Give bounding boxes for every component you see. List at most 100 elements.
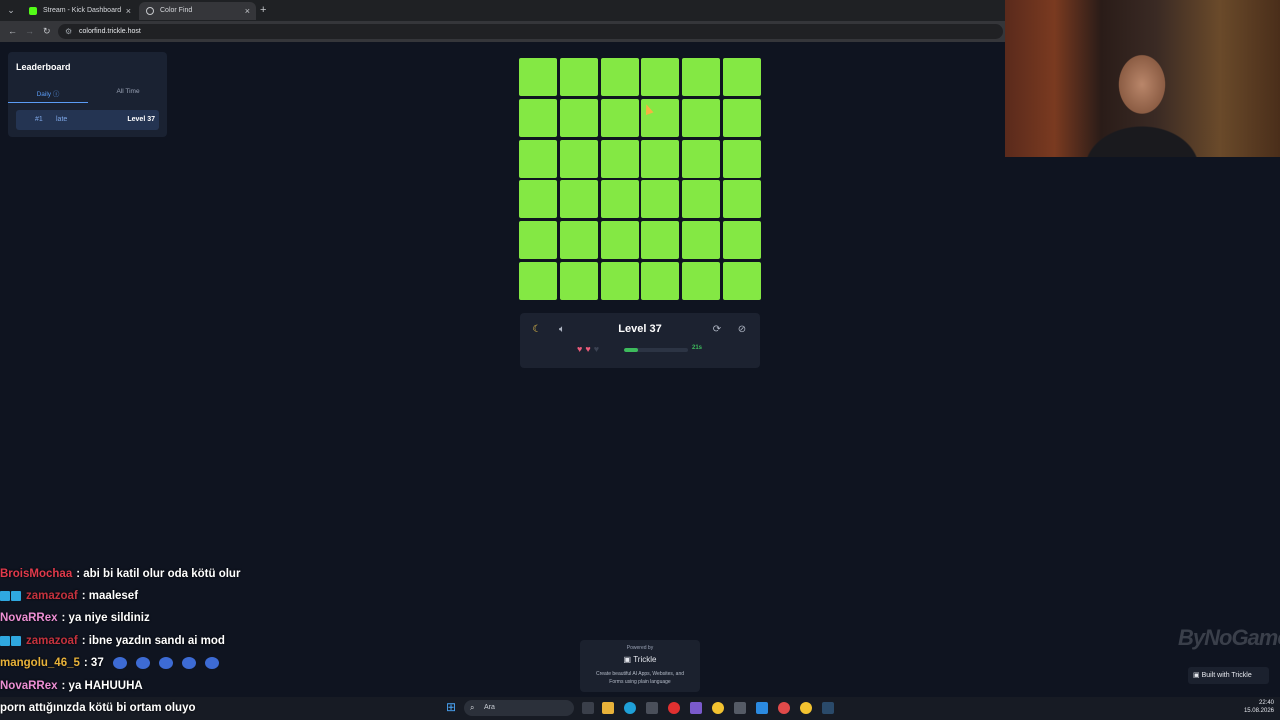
chat-username[interactable]: mangolu_46_5 <box>0 657 80 669</box>
app-icon[interactable] <box>756 702 768 714</box>
chat-username[interactable]: NovaRRex <box>0 612 58 624</box>
tab-daily[interactable]: Daily ⓘ <box>8 88 88 103</box>
grid-cell[interactable] <box>519 139 557 178</box>
task-view-icon[interactable] <box>582 702 594 714</box>
grid-cell[interactable] <box>682 139 721 178</box>
chat-username[interactable]: zamazoaf <box>26 635 78 647</box>
edge-icon[interactable] <box>624 702 636 714</box>
grid-cell[interactable] <box>600 58 639 96</box>
trickle-logo-icon: ▣ <box>623 655 632 664</box>
chat-badges <box>0 631 22 651</box>
grid-cell[interactable] <box>559 180 598 219</box>
grid-cell[interactable] <box>722 98 761 137</box>
app-icon[interactable] <box>690 702 702 714</box>
grid-cell[interactable] <box>682 261 721 300</box>
powered-by-card[interactable]: Powered by ▣ Trickle Create beautiful AI… <box>580 640 700 692</box>
windows-start-icon[interactable]: ⊞ <box>446 701 458 713</box>
media-icon[interactable] <box>668 702 680 714</box>
emote-icon <box>158 656 173 669</box>
chat-text: : maalesef <box>81 590 139 603</box>
clock-date: 15.08.2026 <box>1243 708 1274 714</box>
tab-kick-dashboard[interactable]: Stream - Kick Dashboard × <box>22 2 137 20</box>
chat-message: zamazoaf: maalesef <box>0 586 138 606</box>
grid-cell[interactable] <box>682 221 721 260</box>
refresh-icon[interactable]: ⟳ <box>710 323 724 337</box>
calculator-icon[interactable] <box>734 702 746 714</box>
tab-close-icon[interactable]: × <box>126 2 131 20</box>
grid-cell[interactable] <box>600 221 639 260</box>
chrome-icon[interactable] <box>712 702 724 714</box>
file-explorer-icon[interactable] <box>602 702 614 714</box>
leaderboard-title: Leaderboard <box>16 62 71 72</box>
taskbar-clock[interactable]: 22:40 15.08.2026 <box>1236 699 1274 715</box>
emote-icon <box>112 656 127 669</box>
grid-cell[interactable] <box>559 261 598 300</box>
badge-icon <box>11 635 21 646</box>
chat-username[interactable]: zamazoaf <box>26 590 78 602</box>
chat-message: NovaRRex: ya niye sildiniz <box>0 608 150 628</box>
site-info-icon[interactable]: ⚙ <box>65 25 72 38</box>
grid-cell[interactable] <box>519 180 557 219</box>
grid-cell[interactable] <box>600 139 639 178</box>
chat-text: : ya niye sildiniz <box>61 612 150 624</box>
eye-off-icon[interactable]: ⊘ <box>735 323 749 337</box>
grid-cell[interactable] <box>600 261 639 300</box>
steam-icon[interactable] <box>822 702 834 714</box>
tab-color-find[interactable]: Color Find × <box>139 2 256 20</box>
emote-icon <box>204 656 219 669</box>
new-tab-icon[interactable]: + <box>260 2 266 18</box>
grid-cell[interactable] <box>641 261 680 300</box>
app-icon[interactable] <box>778 702 790 714</box>
timer-bar-fill <box>624 348 639 352</box>
grid-cell[interactable] <box>722 139 761 178</box>
chat-message: zamazoaf: ibne yazdın sandı ai mod <box>0 631 225 651</box>
chat-username[interactable]: BroisMochaa <box>0 568 72 580</box>
grid-cell[interactable] <box>519 221 557 260</box>
grid-cell[interactable] <box>559 221 598 260</box>
grid-cell[interactable] <box>519 58 557 96</box>
store-icon[interactable] <box>646 702 658 714</box>
built-with-trickle-button[interactable]: ▣ Built with Trickle <box>1188 667 1269 684</box>
taskbar-search[interactable]: ⌕ Ara <box>464 700 574 716</box>
grid-cell[interactable] <box>641 221 680 260</box>
leaderboard-panel: Leaderboard Daily ⓘ All Time #1 late Lev… <box>8 52 167 137</box>
back-icon[interactable]: ← <box>8 24 17 38</box>
tab-search-icon[interactable]: ⌄ <box>4 3 18 17</box>
grid-cell[interactable] <box>519 261 557 300</box>
grid-cell[interactable] <box>559 139 598 178</box>
emote-icon <box>135 656 150 669</box>
forward-icon[interactable]: → <box>25 24 34 38</box>
leaderboard-player-name: late <box>56 116 68 123</box>
grid-cell[interactable] <box>682 180 721 219</box>
badge-icon <box>0 590 10 601</box>
grid-cell[interactable] <box>600 98 639 137</box>
timer-text: 21s <box>692 345 703 351</box>
grid-cell[interactable] <box>559 98 598 137</box>
grid-cell[interactable] <box>682 98 721 137</box>
tab-close-icon[interactable]: × <box>245 2 250 20</box>
grid-cell[interactable] <box>641 139 680 178</box>
heart-icon: ♥ <box>585 344 591 354</box>
grid-cell[interactable] <box>641 58 680 96</box>
badge-icon <box>11 590 21 601</box>
grid-cell[interactable] <box>519 98 557 137</box>
lives-indicator: ♥ ♥ ♥ <box>577 344 602 354</box>
chat-username[interactable]: NovaRRex <box>0 680 58 692</box>
heart-icon: ♥ <box>577 344 583 354</box>
grid-cell[interactable] <box>682 58 721 96</box>
trickle-brand-name: Trickle <box>633 655 657 664</box>
reload-icon[interactable]: ↻ <box>43 24 51 38</box>
grid-cell[interactable] <box>722 221 761 260</box>
game-control-panel: ☾ 🔈︎ Level 37 ⟳ ⊘ ♥ ♥ ♥ 21s <box>520 313 760 368</box>
grid-cell[interactable] <box>600 180 639 219</box>
tab-all-time[interactable]: All Time <box>88 88 168 95</box>
address-bar[interactable]: ⚙ colorfind.trickle.host <box>58 24 1003 39</box>
grid-cell[interactable] <box>722 261 761 300</box>
grid-cell[interactable] <box>641 180 680 219</box>
grid-cell[interactable] <box>559 58 598 96</box>
chat-message: NovaRRex: ya HAHUUHA <box>0 676 143 696</box>
grid-cell[interactable] <box>722 180 761 219</box>
chrome-icon[interactable] <box>800 702 812 714</box>
heart-icon: ♥ <box>593 344 600 354</box>
grid-cell[interactable] <box>722 58 761 96</box>
